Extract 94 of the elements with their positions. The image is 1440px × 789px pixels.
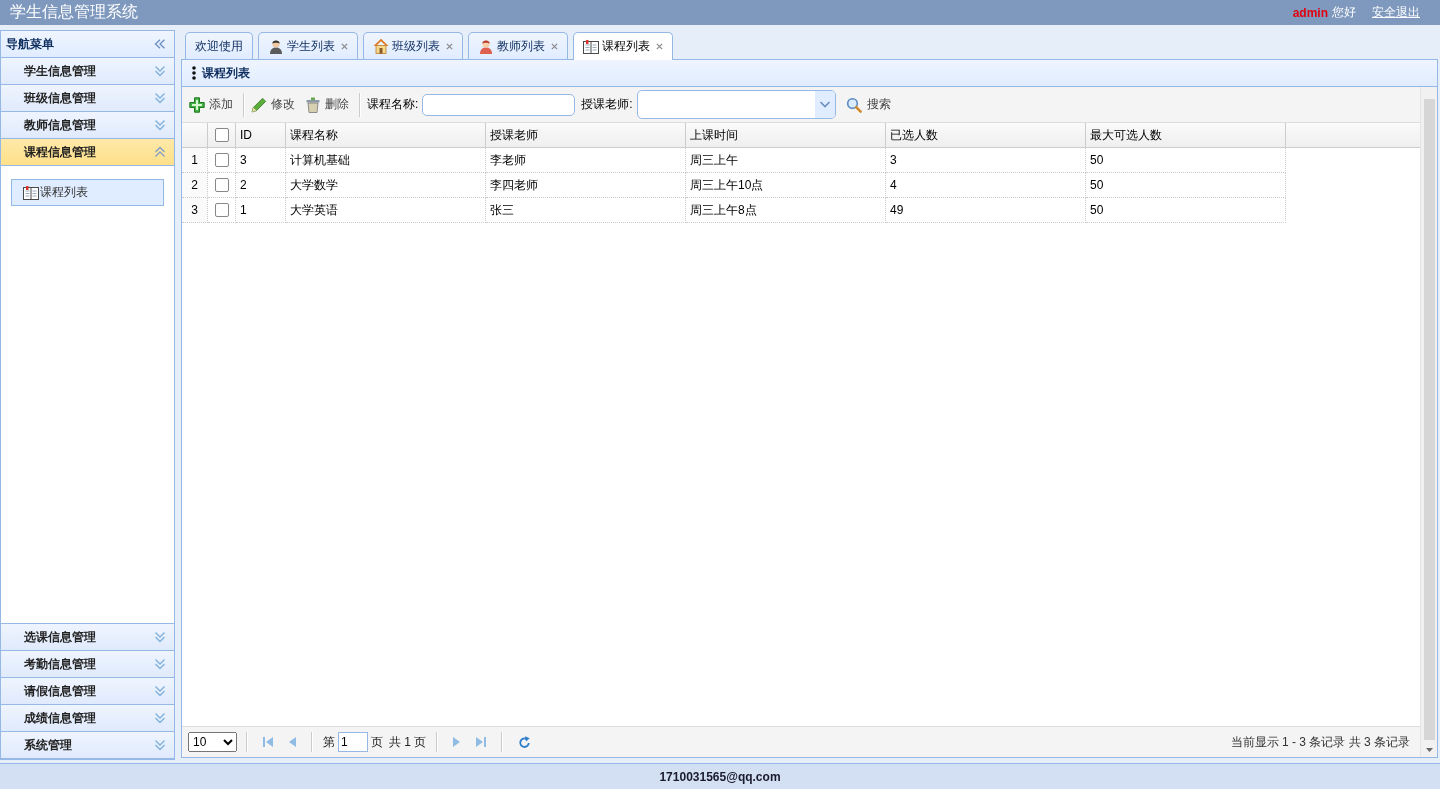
row-number: 2 — [182, 173, 208, 198]
table-cell: 3 — [236, 148, 286, 173]
person-icon — [268, 38, 284, 54]
table-cell: 4 — [886, 173, 1086, 198]
table-cell: 50 — [1086, 198, 1286, 223]
book-icon — [23, 185, 39, 200]
delete-button[interactable]: 删除 — [305, 96, 353, 113]
sidebar-title: 导航菜单 — [6, 35, 54, 53]
table-cell: 50 — [1086, 173, 1286, 198]
refresh-icon[interactable] — [518, 735, 532, 749]
accordion-header[interactable]: 选课信息管理 — [1, 624, 174, 651]
footer-email: 1710031565@qq.com — [659, 769, 781, 784]
double-chevron-down-icon — [154, 119, 166, 131]
column-header[interactable]: 上课时间 — [686, 123, 886, 147]
table-cell: 李老师 — [486, 148, 686, 173]
table-cell: 计算机基础 — [286, 148, 486, 173]
accordion-header[interactable]: 学生信息管理 — [1, 58, 174, 85]
user-name: admin — [1292, 5, 1328, 20]
accordion-header[interactable]: 系统管理 — [1, 732, 174, 759]
menu-item[interactable]: 课程列表 — [11, 179, 164, 206]
tab[interactable]: 课程列表 — [573, 32, 673, 60]
search-icon — [845, 96, 862, 113]
table-cell: 周三上午 — [686, 148, 886, 173]
table-cell: 大学数学 — [286, 173, 486, 198]
page-number-field[interactable]: 1 — [338, 732, 368, 752]
field-label: 课程名称: — [367, 96, 419, 113]
house-icon — [373, 38, 389, 54]
chevron-down-icon — [814, 91, 835, 118]
row-checkbox[interactable] — [214, 178, 229, 192]
person-icon — [478, 38, 494, 54]
collapse-icon[interactable] — [154, 39, 166, 49]
double-chevron-down-icon — [154, 712, 166, 724]
double-chevron-down-icon — [154, 631, 166, 643]
record-info: 当前显示 1 - 3 条记录 共 3 条记录 — [1230, 733, 1410, 751]
double-chevron-up-icon — [154, 146, 166, 158]
edit-button[interactable]: 修改 — [251, 96, 299, 113]
column-header[interactable]: 最大可选人数 — [1086, 123, 1286, 147]
greeting-text: 您好 — [1332, 4, 1356, 21]
vertical-scrollbar[interactable] — [1420, 87, 1437, 757]
double-chevron-down-icon — [154, 658, 166, 670]
table-cell: 周三上午8点 — [686, 198, 886, 223]
accordion-header[interactable]: 请假信息管理 — [1, 678, 174, 705]
double-chevron-down-icon — [154, 92, 166, 104]
double-chevron-down-icon — [154, 685, 166, 697]
table-cell: 2 — [236, 173, 286, 198]
tab[interactable]: 学生列表 — [258, 32, 358, 59]
app-title: 学生信息管理系统 — [10, 2, 138, 22]
table-cell: 3 — [886, 148, 1086, 173]
scroll-down-arrow-icon[interactable] — [1425, 748, 1433, 752]
table-cell: 1 — [236, 198, 286, 223]
table-cell: 李四老师 — [486, 173, 686, 198]
table-cell: 50 — [1086, 148, 1286, 173]
tab[interactable]: 班级列表 — [363, 32, 463, 59]
search-button[interactable]: 搜索 — [845, 96, 895, 113]
table-cell: 张三 — [486, 198, 686, 223]
book-icon — [583, 39, 599, 54]
page-size-select[interactable]: 10 — [188, 732, 237, 752]
accordion-header[interactable]: 班级信息管理 — [1, 85, 174, 112]
panel-title: 课程列表 — [202, 64, 250, 82]
tab[interactable]: 教师列表 — [468, 32, 568, 59]
add-button[interactable]: 添加 — [189, 96, 237, 113]
bin-icon — [305, 96, 321, 113]
close-icon[interactable] — [551, 42, 558, 50]
column-header[interactable]: ID — [236, 123, 286, 147]
row-number: 1 — [182, 148, 208, 173]
vertical-dots-icon — [192, 66, 196, 80]
tab[interactable]: 欢迎使用 — [185, 32, 253, 59]
field-label: 授课老师: — [581, 96, 633, 113]
table-cell: 周三上午10点 — [686, 173, 886, 198]
course-name-field[interactable] — [422, 93, 576, 116]
page-label: 第 — [323, 733, 335, 751]
table-cell: 49 — [886, 198, 1086, 223]
column-header[interactable]: 课程名称 — [286, 123, 486, 147]
column-header[interactable]: 授课老师 — [486, 123, 686, 147]
row-number: 3 — [182, 198, 208, 223]
plus-icon — [189, 96, 205, 113]
pencil-icon — [251, 96, 267, 113]
table-cell: 大学英语 — [286, 198, 486, 223]
close-icon[interactable] — [446, 42, 453, 50]
total-pages-label: 共 1 页 — [389, 733, 427, 751]
select-all-checkbox[interactable] — [214, 128, 229, 142]
accordion-header[interactable]: 课程信息管理 — [1, 139, 174, 166]
teacher-select[interactable] — [636, 90, 836, 119]
page-label: 页 — [371, 733, 383, 751]
row-checkbox[interactable] — [214, 153, 229, 167]
row-checkbox[interactable] — [214, 203, 229, 217]
accordion-header[interactable]: 成绩信息管理 — [1, 705, 174, 732]
double-chevron-down-icon — [154, 739, 166, 751]
close-icon[interactable] — [341, 42, 348, 50]
column-header[interactable]: 已选人数 — [886, 123, 1086, 147]
accordion-header[interactable]: 考勤信息管理 — [1, 651, 174, 678]
close-icon[interactable] — [656, 43, 663, 50]
double-chevron-down-icon — [154, 65, 166, 77]
accordion-header[interactable]: 教师信息管理 — [1, 112, 174, 139]
